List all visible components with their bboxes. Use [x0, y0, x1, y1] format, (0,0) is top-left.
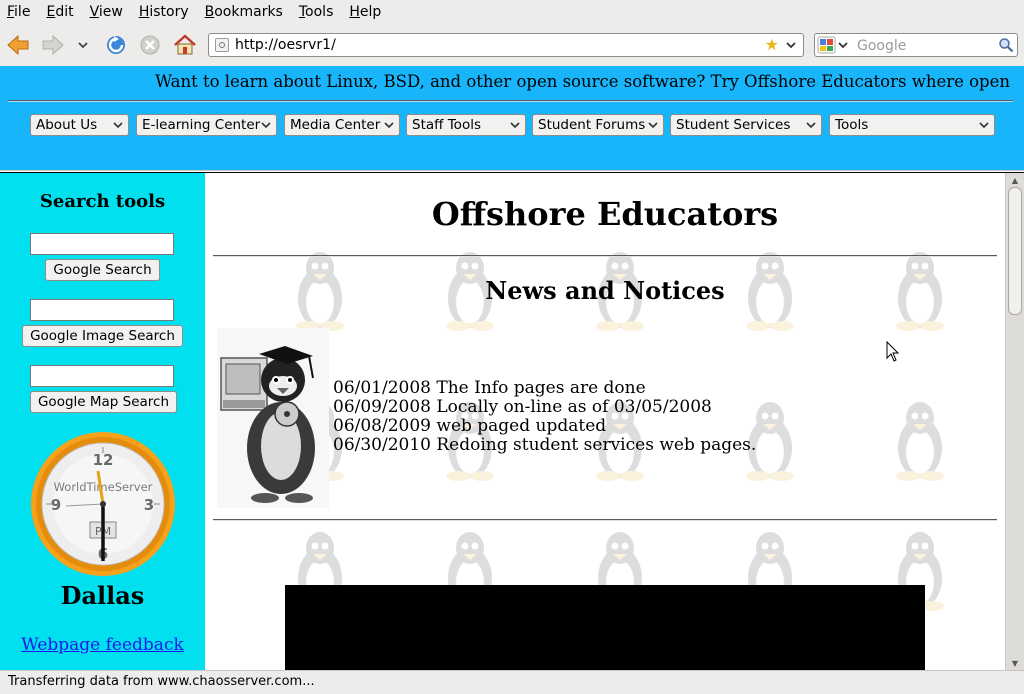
- main-content: Offshore Educators News and Notices 06/0…: [205, 173, 1005, 670]
- url-input[interactable]: [235, 36, 755, 54]
- scroll-up-arrow-icon[interactable]: ▲: [1008, 173, 1022, 187]
- news-rule: [213, 519, 997, 521]
- news-item: 06/09/2008 Locally on-line as of 03/05/2…: [333, 397, 712, 417]
- penguin-watermark: [896, 402, 944, 481]
- nav-select-student-forums[interactable]: Student Forums: [532, 114, 664, 136]
- menu-tools[interactable]: Tools: [291, 0, 342, 24]
- site-banner: Want to learn about Linux, BSD, and othe…: [0, 66, 1024, 170]
- nav-select-label: Staff Tools: [412, 117, 481, 133]
- webpage-feedback-link[interactable]: Webpage feedback: [0, 635, 205, 655]
- world-clock-widget[interactable]: 12 3 6 9 WorldTimeServer PM: [28, 429, 178, 579]
- nav-select-media-center[interactable]: Media Center: [284, 114, 400, 136]
- web-page: Want to learn about Linux, BSD, and othe…: [0, 66, 1024, 670]
- scroll-down-arrow-icon[interactable]: ▼: [1008, 656, 1022, 670]
- nav-select-label: Tools: [835, 117, 869, 133]
- menu-file[interactable]: File: [0, 0, 38, 24]
- nav-select-label: Student Services: [676, 117, 791, 133]
- stop-button[interactable]: [137, 32, 163, 58]
- back-arrow-icon: [7, 34, 29, 56]
- nav-select-student-services[interactable]: Student Services: [670, 114, 822, 136]
- google-search-button[interactable]: Google Search: [45, 259, 160, 281]
- scrollbar-thumb[interactable]: [1008, 187, 1022, 315]
- menu-view[interactable]: View: [82, 0, 131, 24]
- clock-numeral-12: 12: [93, 451, 114, 469]
- chevron-down-icon: [979, 115, 989, 141]
- reload-button[interactable]: [103, 32, 129, 58]
- google-engine-icon: [817, 36, 848, 54]
- chevron-down-icon: [648, 115, 658, 141]
- chevron-down-icon: [78, 42, 88, 49]
- back-button[interactable]: [5, 32, 31, 58]
- status-bar: Transferring data from www.chaosserver.c…: [0, 670, 1024, 694]
- google-map-search-input[interactable]: [30, 365, 174, 387]
- home-button[interactable]: [172, 32, 198, 58]
- chevron-down-icon: [384, 115, 394, 141]
- menu-help[interactable]: Help: [341, 0, 389, 24]
- news-heading: News and Notices: [485, 276, 725, 305]
- menu-bar: File Edit View History Bookmarks Tools H…: [0, 0, 1024, 24]
- nav-select-about-us[interactable]: About Us: [30, 114, 129, 136]
- chevron-down-icon: [806, 115, 816, 141]
- news-list: 06/01/2008 The Info pages are done 06/09…: [333, 379, 756, 455]
- stop-icon: [140, 35, 160, 55]
- nav-select-label: E-learning Center: [142, 117, 261, 133]
- sidebar-heading: Search tools: [39, 191, 166, 212]
- chevron-down-icon: [510, 115, 520, 141]
- nav-select-staff-tools[interactable]: Staff Tools: [406, 114, 526, 136]
- menu-history[interactable]: History: [131, 0, 197, 24]
- news-item: 06/01/2008 The Info pages are done: [333, 378, 646, 398]
- site-identity-icon[interactable]: [215, 38, 229, 52]
- menu-edit[interactable]: Edit: [38, 0, 81, 24]
- url-dropdown-icon[interactable]: [785, 36, 797, 57]
- nav-select-e-learning-center[interactable]: E-learning Center: [136, 114, 277, 136]
- google-image-search-input[interactable]: [30, 299, 174, 321]
- sidebar: Search tools Google Search Google Image …: [0, 173, 205, 670]
- nav-select-label: Media Center: [290, 117, 381, 133]
- search-input[interactable]: [855, 36, 999, 56]
- history-dropdown-button[interactable]: [72, 32, 94, 58]
- url-bar[interactable]: ★: [208, 33, 804, 57]
- forward-arrow-icon: [42, 34, 64, 56]
- vertical-scrollbar[interactable]: ▲ ▼: [1005, 173, 1024, 670]
- chevron-down-icon: [113, 115, 123, 141]
- chevron-down-icon: [261, 115, 271, 141]
- clock-numeral-9: 9: [51, 496, 61, 514]
- reload-icon: [107, 36, 125, 54]
- scrolling-marquee[interactable]: Want to learn about Linux, BSD, and othe…: [0, 72, 1010, 91]
- graduate-penguin-image: [217, 328, 329, 508]
- google-image-search-button[interactable]: Google Image Search: [22, 325, 183, 347]
- embedded-media-frame[interactable]: [285, 585, 925, 670]
- nav-select-tools[interactable]: Tools: [829, 114, 995, 136]
- menu-bookmarks[interactable]: Bookmarks: [197, 0, 291, 24]
- home-icon: [174, 34, 196, 55]
- clock-numeral-3: 3: [144, 496, 154, 514]
- google-map-search-button[interactable]: Google Map Search: [30, 391, 177, 413]
- nav-select-label: About Us: [36, 117, 98, 133]
- google-search-input[interactable]: [30, 233, 174, 255]
- search-icon[interactable]: [998, 37, 1014, 57]
- forward-button[interactable]: [40, 32, 66, 58]
- mouse-cursor-icon: [886, 341, 900, 362]
- nav-select-label: Student Forums: [538, 117, 646, 133]
- navigation-toolbar: ★: [0, 24, 1024, 67]
- search-bar[interactable]: [814, 33, 1018, 57]
- page-title: Offshore Educators: [431, 195, 779, 233]
- banner-divider: [8, 100, 1013, 102]
- news-item: 06/30/2010 Redoing student services web …: [333, 435, 757, 455]
- clock-city-label: Dallas: [60, 581, 145, 610]
- clock-brand-label: WorldTimeServer: [54, 480, 153, 494]
- search-engine-selector[interactable]: [817, 36, 851, 54]
- title-rule: [213, 255, 997, 257]
- bookmark-star-icon[interactable]: ★: [765, 35, 779, 54]
- news-item: 06/08/2009 web paged updated: [333, 416, 607, 436]
